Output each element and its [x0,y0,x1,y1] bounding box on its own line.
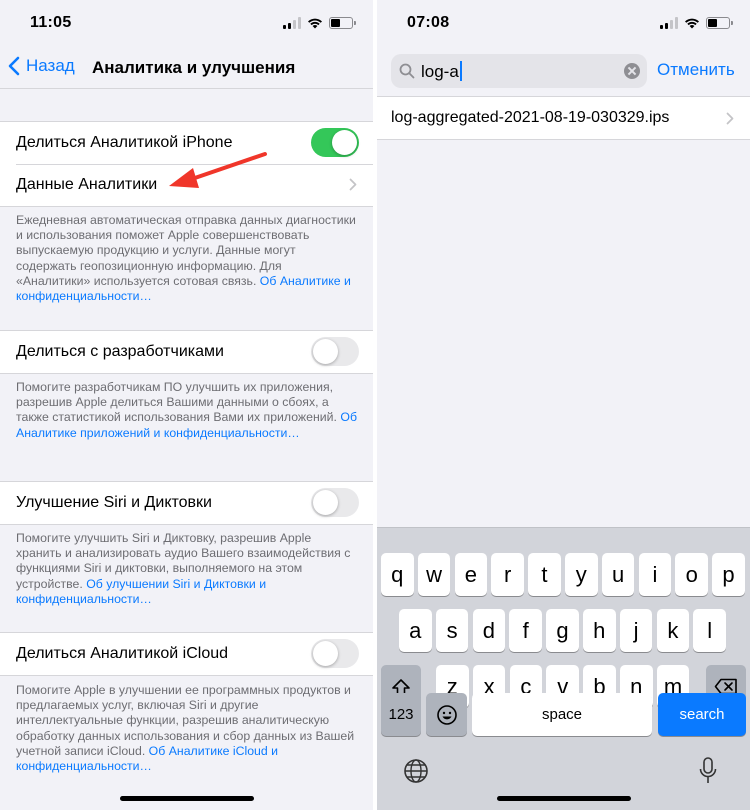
developers-footnote-text: Помогите разработчикам ПО улучшить их пр… [16,380,337,425]
keyboard: qwertyuiop asdfghjkl zxcvbnm 123 space s… [377,527,750,810]
search-screen: 07:08 log-a Отменить log-aggregated-2021… [377,0,750,810]
battery-icon [706,17,733,29]
emoji-key[interactable] [426,693,467,736]
developers-footnote: Помогите разработчикам ПО улучшить их пр… [16,380,359,441]
key-h[interactable]: h [583,609,616,652]
share-developers-label: Делиться с разработчиками [16,343,224,360]
globe-icon[interactable] [403,758,429,784]
key-a[interactable]: a [399,609,432,652]
key-o[interactable]: o [675,553,708,596]
search-input-value: log-a [421,62,459,81]
key-y[interactable]: y [565,553,598,596]
share-icloud-toggle[interactable] [311,639,359,668]
search-input[interactable]: log-a [421,61,462,82]
status-icons [660,16,733,30]
developers-group: Делиться с разработчиками [0,330,373,374]
status-time: 07:08 [407,14,450,31]
siri-improvement-toggle[interactable] [311,488,359,517]
screenshot-composite: 11:05 Назад Аналитика и улучшения Делить… [0,0,750,810]
red-arrow-annotation [169,152,267,188]
toggle-knob [313,339,338,364]
key-f[interactable]: f [509,609,542,652]
key-d[interactable]: d [472,609,506,652]
key-r[interactable]: r [491,553,524,596]
status-icons [283,16,356,30]
key-g[interactable]: g [546,609,579,652]
share-icloud-label: Делиться Аналитикой iCloud [16,645,229,662]
nav-divider [0,88,373,89]
key-s[interactable]: s [435,609,469,652]
key-p[interactable]: p [712,553,745,596]
key-k[interactable]: k [656,609,690,652]
home-indicator [496,796,631,801]
clear-search-icon[interactable] [624,63,640,79]
siri-footnote: Помогите улучшить Siri и Диктовку, разре… [16,531,359,607]
chevron-right-icon [726,112,734,125]
status-time: 11:05 [30,14,72,31]
navigation-bar: Назад Аналитика и улучшения [0,46,373,90]
toggle-knob [313,641,338,666]
toggle-knob [313,490,338,515]
analytics-data-label: Данные Аналитики [16,176,158,193]
search-result-item[interactable]: log-aggregated-2021-08-19-030329.ips [377,96,750,140]
search-field[interactable]: log-a [391,54,647,88]
cellular-signal-icon [660,17,678,29]
chevron-right-icon [349,178,357,191]
icloud-group: Делиться Аналитикой iCloud [0,632,373,676]
key-e[interactable]: e [454,553,488,596]
cancel-button[interactable]: Отменить [657,60,735,80]
battery-icon [329,17,356,29]
page-title: Аналитика и улучшения [92,58,296,77]
back-label: Назад [26,56,75,75]
search-icon [399,63,415,79]
key-l[interactable]: l [693,609,726,652]
siri-group: Улучшение Siri и Диктовки [0,481,373,525]
status-bar: 11:05 [0,0,373,46]
text-cursor [459,61,462,81]
emoji-icon [436,704,457,725]
siri-improvement-row: Улучшение Siri и Диктовки [0,482,373,524]
key-j[interactable]: j [619,609,653,652]
icloud-footnote: Помогите Apple в улучшении ее программны… [16,683,359,774]
numbers-key[interactable]: 123 [381,693,421,736]
toggle-knob [332,130,357,155]
key-t[interactable]: t [528,553,561,596]
space-key[interactable]: space [472,693,652,736]
wifi-icon [308,18,322,29]
share-icloud-row: Делиться Аналитикой iCloud [0,633,373,675]
status-bar: 07:08 [377,0,750,46]
search-key[interactable]: search [658,693,746,736]
back-button[interactable]: Назад [8,56,75,76]
share-developers-toggle[interactable] [311,337,359,366]
analytics-footnote: Ежедневная автоматическая отправка данны… [16,213,359,304]
chevron-left-icon [8,56,20,76]
settings-screen: 11:05 Назад Аналитика и улучшения Делить… [0,0,373,810]
wifi-icon [685,18,699,29]
key-w[interactable]: w [417,553,451,596]
key-i[interactable]: i [638,553,672,596]
search-result-label: log-aggregated-2021-08-19-030329.ips [391,109,670,126]
key-q[interactable]: q [381,553,414,596]
home-indicator [119,796,254,801]
cellular-signal-icon [283,17,301,29]
key-u[interactable]: u [601,553,635,596]
share-developers-row: Делиться с разработчиками [0,331,373,373]
share-iphone-analytics-toggle[interactable] [311,128,359,157]
siri-improvement-label: Улучшение Siri и Диктовки [16,494,212,511]
microphone-icon[interactable] [698,756,718,786]
